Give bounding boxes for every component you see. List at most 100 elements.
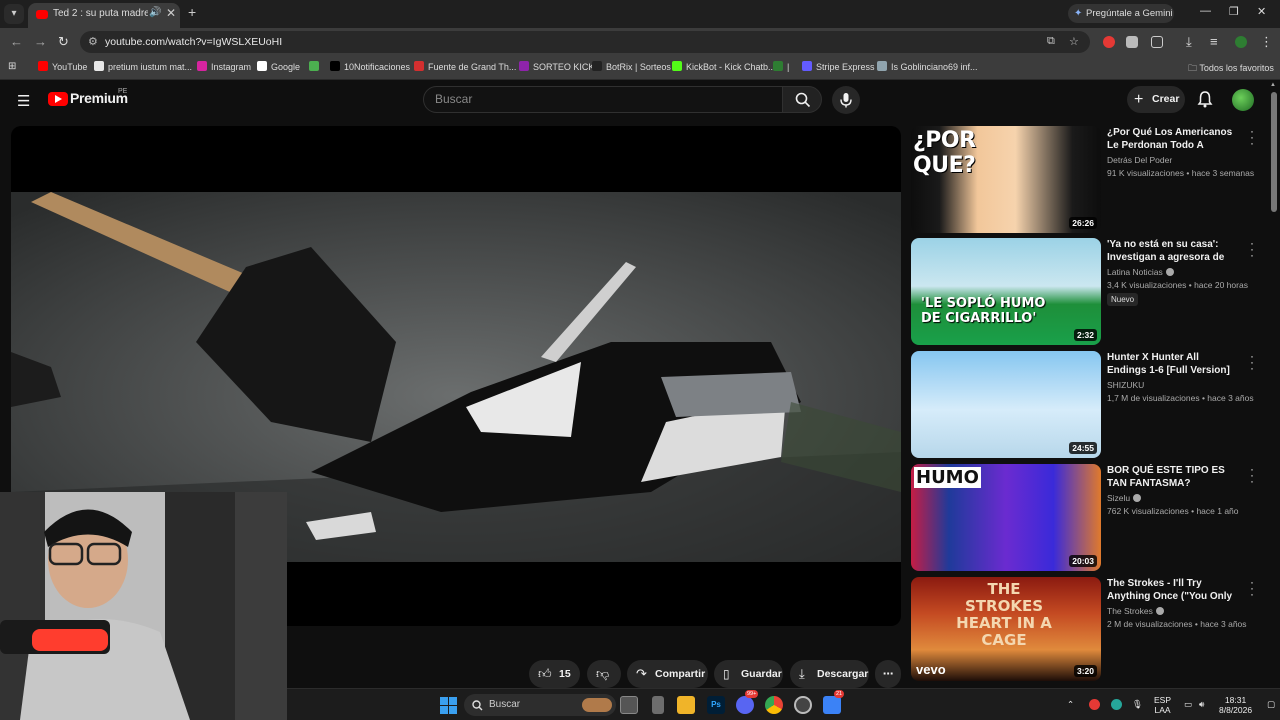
dislike-button[interactable]: 👎︎ (587, 660, 621, 688)
share-button[interactable]: ↷ Compartir (627, 660, 708, 688)
restore-icon[interactable]: ❐ (1229, 5, 1239, 18)
tab-search-button[interactable]: ▾ (4, 4, 24, 24)
bookmark-item[interactable] (309, 61, 323, 72)
url-text[interactable]: youtube.com/watch?v=IgWSLXEUoHI (105, 36, 282, 48)
channel-name-row[interactable]: SHIZUKU (1107, 380, 1144, 390)
recommended-video[interactable]: HUMO 20:03 BOR QUÉ ESTE TIPO ES TAN FANTAS… (911, 463, 1267, 572)
create-button[interactable]: + Crear (1127, 86, 1185, 113)
more-vertical-icon[interactable]: · · · (1248, 463, 1256, 487)
channel-name[interactable]: The Strokes (1107, 606, 1153, 616)
more-vertical-icon[interactable]: · · · (1248, 125, 1256, 149)
extensions-puzzle-icon[interactable] (1151, 36, 1163, 48)
bookmark-item[interactable]: YouTube (38, 61, 87, 72)
tray-app-icon[interactable] (1089, 699, 1100, 710)
file-explorer-icon[interactable] (677, 696, 695, 714)
video-thumbnail[interactable]: HUMO 20:03 (911, 464, 1101, 571)
channel-name[interactable]: SHIZUKU (1107, 380, 1144, 390)
microphone-tray-icon[interactable]: 🎙︎ (1132, 699, 1143, 709)
app-icon[interactable] (794, 696, 812, 714)
video-thumbnail[interactable]: 24:55 (911, 351, 1101, 458)
save-button[interactable]: ▯ Guardar (714, 660, 783, 688)
photoshop-icon[interactable]: Ps (707, 696, 725, 714)
minimize-icon[interactable]: — (1200, 5, 1211, 17)
bookmark-item[interactable]: KickBot - Kick Chatb... (672, 61, 776, 72)
search-button[interactable] (782, 86, 822, 113)
scroll-up-icon[interactable]: ▲ (1270, 82, 1276, 88)
channel-name[interactable]: Latina Noticias (1107, 267, 1163, 277)
notifications-icon[interactable]: ▢ (1267, 699, 1275, 709)
recommended-video[interactable]: THE STROKES HEART IN A CAGE vevo 3:20 The S… (911, 576, 1267, 681)
more-vertical-icon[interactable]: · · · (1248, 576, 1256, 600)
app-active-icon[interactable]: 21 (823, 690, 845, 714)
more-vertical-icon[interactable]: · · · (1248, 350, 1256, 374)
bookmark-item[interactable]: Stripe Express (802, 61, 875, 72)
video-title[interactable]: BOR QUÉ ESTE TIPO ES TAN FANTASMA? (1107, 464, 1241, 490)
reload-icon[interactable]: ↻ (58, 34, 69, 50)
address-bar[interactable]: ⚙ youtube.com/watch?v=IgWSLXEUoHI ⧉ ☆ (80, 31, 1090, 53)
recommended-video[interactable]: 24:55 Hunter X Hunter All Endings 1-6 [Fu… (911, 350, 1267, 459)
download-icon[interactable]: ⤓ (1186, 34, 1192, 50)
bookmark-item[interactable]: SORTEO KICK (519, 61, 594, 72)
bookmark-item[interactable]: BotRix | Sorteos (592, 61, 671, 72)
discord-icon[interactable]: 99+ (736, 690, 759, 714)
taskbar-search[interactable]: Buscar (464, 694, 616, 716)
recommended-video[interactable]: ¿POR QUE? 26:26 ¿Por Qué Los Americanos Le… (911, 125, 1267, 234)
channel-name[interactable]: Sizelu (1107, 493, 1130, 503)
chrome-icon[interactable] (765, 696, 783, 714)
notifications-bell-icon[interactable] (1197, 90, 1213, 108)
media-control-icon[interactable]: ≡ (1210, 34, 1218, 49)
volume-icon[interactable]: 🔊︎ (1199, 699, 1204, 709)
tray-overflow-icon[interactable]: ⌃ (1067, 699, 1074, 709)
download-button[interactable]: ⤓ Descargar (790, 660, 869, 688)
video-thumbnail[interactable]: THE STROKES HEART IN A CAGE vevo 3:20 (911, 577, 1101, 681)
install-icon[interactable]: ⧉ (1047, 35, 1055, 48)
recommended-video[interactable]: 'LE SOPLÓ HUMO DE CIGARRILLO' 2:32 'Ya no … (911, 237, 1267, 346)
channel-name-row[interactable]: Sizelu (1107, 493, 1142, 503)
extension-icon[interactable] (1126, 36, 1138, 48)
more-actions-button[interactable]: ⋯ (875, 660, 901, 688)
extension-record-icon[interactable] (1103, 36, 1115, 48)
all-bookmarks-folder[interactable]: 🗀 Todos los favoritos (1188, 61, 1274, 77)
bookmark-item[interactable]: Is Goblinciano69 inf... (877, 61, 978, 72)
task-view-icon[interactable] (620, 696, 638, 714)
language-indicator[interactable]: ESP LAA (1154, 695, 1171, 715)
user-avatar[interactable] (1232, 89, 1254, 111)
bookmark-item[interactable]: Instagram (197, 61, 251, 72)
hamburger-menu-icon[interactable]: ☰ (17, 92, 30, 110)
bookmark-item[interactable]: 10Notificaciones (330, 61, 410, 72)
scrollbar-thumb[interactable] (1271, 92, 1277, 212)
channel-name-row[interactable]: Latina Noticias (1107, 267, 1174, 277)
video-title[interactable]: Hunter X Hunter All Endings 1-6 [Full Ve… (1107, 351, 1241, 377)
tab-close-icon[interactable]: ✕ (166, 6, 176, 20)
back-icon[interactable]: ← (10, 34, 23, 49)
bookmark-item[interactable]: | (773, 61, 789, 72)
clock[interactable]: 18:31 8/8/2026 (1219, 695, 1252, 715)
new-tab-button[interactable]: + (188, 4, 196, 20)
more-vertical-icon[interactable]: · · · (1248, 237, 1256, 261)
bookmark-star-icon[interactable]: ☆ (1069, 35, 1079, 48)
channel-name[interactable]: Detrás Del Poder (1107, 155, 1172, 165)
bookmark-item[interactable]: Fuente de Grand Th... (414, 61, 516, 72)
windows-start-icon[interactable] (440, 697, 457, 714)
channel-name-row[interactable]: Detrás Del Poder (1107, 155, 1172, 165)
network-icon[interactable]: ▭ (1184, 699, 1192, 709)
video-title[interactable]: The Strokes - I'll Try Anything Once ("Y… (1107, 577, 1241, 603)
window-close-icon[interactable]: ✕ (1257, 5, 1266, 18)
bookmark-item[interactable]: pretium iustum mat... (94, 61, 192, 72)
video-thumbnail[interactable]: 'LE SOPLÓ HUMO DE CIGARRILLO' 2:32 (911, 238, 1101, 345)
youtube-logo-icon[interactable] (48, 92, 68, 106)
channel-name-row[interactable]: The Strokes (1107, 606, 1164, 616)
speaker-icon[interactable]: 🔊 (149, 7, 161, 18)
page-scrollbar[interactable]: ▲ (1268, 80, 1280, 688)
app-icon[interactable] (652, 696, 664, 714)
forward-icon[interactable]: → (34, 34, 47, 49)
video-title[interactable]: 'Ya no está en su casa': Investigan a ag… (1107, 238, 1241, 264)
bookmark-item[interactable]: Google (257, 61, 300, 72)
site-info-icon[interactable]: ⚙ (88, 35, 98, 48)
voice-search-button[interactable] (832, 86, 860, 114)
gemini-button[interactable]: ✦ Pregúntale a Gemini (1068, 4, 1174, 23)
profile-avatar-icon[interactable] (1235, 36, 1247, 48)
like-button[interactable]: 👍︎ 15 K (529, 660, 580, 708)
tab-active[interactable]: Ted 2 : su puta madre - YouTube 🔊 ✕ (28, 3, 180, 28)
chrome-menu-icon[interactable]: ⋮ (1260, 34, 1273, 50)
